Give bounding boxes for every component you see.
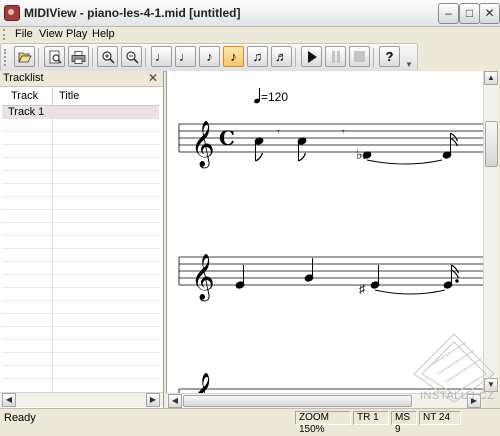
play-button[interactable] xyxy=(301,46,322,67)
tempo-value: =120 xyxy=(261,90,288,104)
title-bar: MIDIView - piano-les-4-1.mid [untitled] … xyxy=(0,0,500,27)
menu-view[interactable]: View xyxy=(39,28,63,40)
note-eighth-button[interactable]: ♪ xyxy=(223,46,244,67)
treble-clef-2: 𝄞 xyxy=(191,254,215,302)
help-button[interactable]: ? xyxy=(379,46,400,67)
status-bar: Ready ZOOM 150% TR 1 MS 9 NT 24 xyxy=(0,408,500,435)
whole-note-icon: ♩ xyxy=(155,49,168,64)
close-button[interactable]: ✕ xyxy=(479,3,500,24)
status-track: TR 1 xyxy=(353,411,389,425)
thirtysecond-note-icon: ♬ xyxy=(275,49,288,64)
help-icon: ? xyxy=(385,49,394,64)
tracklist-title: Tracklist xyxy=(3,72,44,84)
track-list: Track 1 xyxy=(2,106,159,391)
print-preview-icon xyxy=(49,50,62,64)
maximize-icon: □ xyxy=(465,6,474,20)
pause-button[interactable] xyxy=(325,46,346,67)
treble-clef-1: 𝄞 xyxy=(191,121,215,169)
track-name: Track 1 xyxy=(8,106,45,118)
folder-open-icon xyxy=(17,52,32,63)
note-quarter-button[interactable]: ♪ xyxy=(199,46,220,67)
zoom-in-icon xyxy=(101,51,115,64)
status-zoom: ZOOM 150% xyxy=(295,411,351,435)
tempo-marking xyxy=(254,88,260,104)
scroll-left-icon[interactable]: ◀ xyxy=(168,394,182,408)
toolbar-separator xyxy=(92,48,93,67)
close-icon: ✕ xyxy=(484,6,495,20)
status-measure: MS 9 xyxy=(391,411,417,435)
note-half-button[interactable]: ♩ xyxy=(175,46,196,67)
column-track[interactable]: Track xyxy=(11,90,38,102)
menu-play[interactable]: Play xyxy=(66,28,87,40)
toolbar-grip-icon[interactable] xyxy=(4,49,8,66)
hscroll-thumb[interactable] xyxy=(183,395,412,407)
print-preview-button[interactable] xyxy=(44,46,65,67)
window-title: MIDIView - piano-les-4-1.mid [untitled] xyxy=(24,6,241,20)
svg-text:𝄾: 𝄾 xyxy=(277,127,280,138)
printer-icon xyxy=(71,51,86,64)
eighth-note-icon: ♪ xyxy=(230,49,237,64)
print-button[interactable] xyxy=(68,46,89,67)
tracklist-panel: Tracklist ✕ Track Title Track 1 ◀ ▶ xyxy=(0,71,164,408)
common-time-icon: C xyxy=(219,126,235,150)
sixteenth-note-icon: ♫ xyxy=(252,49,263,64)
menu-bar: File View Play Help xyxy=(0,27,500,42)
play-icon xyxy=(307,51,317,63)
staff-2 xyxy=(178,256,484,286)
svg-text:♯: ♯ xyxy=(359,282,365,296)
tracklist-column-header: Track Title xyxy=(2,88,159,106)
menu-help[interactable]: Help xyxy=(92,28,115,40)
note-whole-button[interactable]: ♩ xyxy=(151,46,172,67)
vscroll-thumb[interactable] xyxy=(485,121,498,167)
toolbar-overflow-icon[interactable]: ▼ xyxy=(405,60,415,70)
column-divider[interactable] xyxy=(52,88,53,105)
half-note-icon: ♩ xyxy=(179,49,192,64)
track-row[interactable]: Track 1 xyxy=(2,106,159,119)
svg-text:𝄾: 𝄾 xyxy=(342,127,345,138)
note-thirtysecond-button[interactable]: ♬ xyxy=(271,46,292,67)
treble-clef-3: 𝄞 xyxy=(191,373,215,393)
watermark-text: INSTALUJ.CZ xyxy=(420,390,495,402)
tracklist-close-icon[interactable]: ✕ xyxy=(148,71,158,85)
notes-1: 𝄾 𝄾 ♭ xyxy=(254,127,459,165)
status-ready: Ready xyxy=(4,412,36,424)
toolbar-separator xyxy=(373,48,374,67)
status-note: NT 24 xyxy=(419,411,461,425)
scroll-up-icon[interactable]: ▲ xyxy=(484,71,498,85)
note-sixteenth-button[interactable]: ♫ xyxy=(247,46,268,67)
stop-button[interactable] xyxy=(349,46,370,67)
maximize-button[interactable]: □ xyxy=(459,3,480,24)
zoom-out-icon xyxy=(125,51,139,64)
svg-text:♭: ♭ xyxy=(356,146,363,162)
pause-icon xyxy=(331,51,340,63)
open-button[interactable] xyxy=(14,46,35,67)
minimize-button[interactable]: – xyxy=(438,3,459,24)
menu-file[interactable]: File xyxy=(15,28,33,40)
tracklist-hscrollbar[interactable]: ◀ ▶ xyxy=(0,392,163,407)
minimize-icon: – xyxy=(445,6,452,20)
tracklist-header: Tracklist ✕ xyxy=(0,71,163,87)
toolbar-separator xyxy=(145,48,146,67)
toolbar-separator xyxy=(38,48,39,67)
app-icon[interactable] xyxy=(4,5,20,21)
zoom-in-button[interactable] xyxy=(97,46,118,67)
stop-icon xyxy=(354,51,365,62)
menu-grip-icon[interactable] xyxy=(3,29,7,40)
zoom-out-button[interactable] xyxy=(121,46,142,67)
toolbar: ♩ ♩ ♪ ♪ ♫ ♬ ? xyxy=(0,43,418,72)
scroll-right-icon[interactable]: ▶ xyxy=(146,393,160,407)
toolbar-separator xyxy=(295,48,296,67)
column-title[interactable]: Title xyxy=(59,90,79,102)
quarter-note-icon: ♪ xyxy=(206,49,213,64)
scroll-left-icon[interactable]: ◀ xyxy=(2,393,16,407)
